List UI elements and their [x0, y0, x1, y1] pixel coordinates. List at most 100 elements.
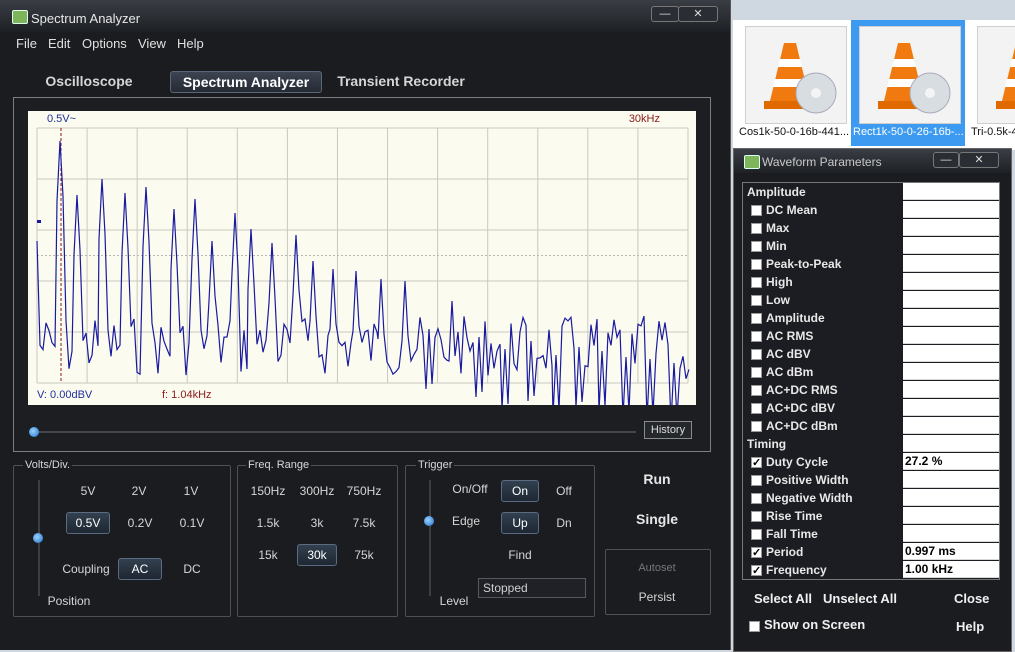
history-slider-knob[interactable]: [29, 427, 39, 437]
menu-view[interactable]: View: [138, 36, 166, 51]
trigger-edge-down-button[interactable]: Dn: [550, 516, 578, 530]
tab-oscilloscope[interactable]: Oscilloscope: [36, 71, 142, 91]
help-button[interactable]: Help: [956, 619, 984, 634]
single-button[interactable]: Single: [624, 511, 690, 527]
parameter-row[interactable]: Positive Width: [743, 471, 999, 489]
freq-option-3k[interactable]: 3k: [297, 516, 337, 530]
menu-edit[interactable]: Edit: [48, 36, 70, 51]
tab-transient-recorder[interactable]: Transient Recorder: [334, 71, 468, 91]
parameter-row[interactable]: DC Mean: [743, 201, 999, 219]
parameter-row[interactable]: Duty Cycle 27.2 %: [743, 453, 999, 472]
parameter-row[interactable]: AC+DC dBV: [743, 399, 999, 417]
parameter-row[interactable]: Amplitude: [743, 309, 999, 327]
volts-option-1v[interactable]: 1V: [175, 484, 207, 498]
unselect-all-button[interactable]: Unselect All: [823, 591, 897, 606]
show-on-screen-label: Show on Screen: [764, 617, 866, 632]
parameter-row[interactable]: AC dBV: [743, 345, 999, 363]
volts-option-0-5v[interactable]: 0.5V: [66, 512, 110, 534]
parameter-checkbox[interactable]: [751, 454, 762, 472]
close-button[interactable]: ✕: [678, 6, 718, 22]
run-button[interactable]: Run: [624, 471, 690, 487]
params-close-button[interactable]: ✕: [959, 152, 999, 168]
parameter-checkbox[interactable]: [751, 241, 762, 252]
freq-option-150hz[interactable]: 150Hz: [248, 484, 288, 498]
freq-option-15k[interactable]: 15k: [248, 548, 288, 562]
parameter-checkbox[interactable]: [751, 493, 762, 504]
parameter-checkbox[interactable]: [751, 313, 762, 324]
minimize-button[interactable]: —: [651, 6, 679, 22]
menu-options[interactable]: Options: [82, 36, 127, 51]
parameter-checkbox[interactable]: [751, 259, 762, 270]
parameter-row[interactable]: Frequency 1.00 kHz: [743, 561, 999, 580]
autoset-button[interactable]: Autoset: [605, 562, 709, 574]
parameter-checkbox[interactable]: [751, 295, 762, 306]
volts-option-2v[interactable]: 2V: [123, 484, 155, 498]
parameter-checkbox[interactable]: [751, 544, 762, 562]
freq-option-7-5k[interactable]: 7.5k: [344, 516, 384, 530]
parameter-row[interactable]: AC dBm: [743, 363, 999, 381]
parameter-checkbox[interactable]: [751, 475, 762, 486]
parameter-checkbox[interactable]: [751, 421, 762, 432]
spectrum-plot[interactable]: 0.5V~ 30kHz V: 0.00dBV f: 1.04kHz: [28, 111, 696, 405]
history-slider-track[interactable]: [34, 431, 636, 433]
parameter-label: Rise Time: [766, 509, 823, 523]
freq-option-1-5k[interactable]: 1.5k: [248, 516, 288, 530]
parameter-row[interactable]: Negative Width: [743, 489, 999, 507]
parameter-checkbox[interactable]: [751, 277, 762, 288]
parameter-row[interactable]: Rise Time: [743, 507, 999, 525]
parameter-row[interactable]: Low: [743, 291, 999, 309]
parameter-checkbox[interactable]: [751, 385, 762, 396]
parameter-label: AC RMS: [766, 329, 814, 343]
parameter-checkbox[interactable]: [751, 349, 762, 360]
volts-option-0-2v[interactable]: 0.2V: [123, 516, 157, 530]
parameter-row[interactable]: Fall Time: [743, 525, 999, 543]
level-slider-track[interactable]: [429, 480, 431, 596]
coupling-dc-button[interactable]: DC: [178, 562, 206, 576]
select-all-button[interactable]: Select All: [754, 591, 812, 606]
parameter-checkbox[interactable]: [751, 562, 762, 580]
parameter-checkbox[interactable]: [751, 511, 762, 522]
parameter-row[interactable]: AC RMS: [743, 327, 999, 345]
freq-option-30k[interactable]: 30k: [297, 544, 337, 566]
freq-option-300hz[interactable]: 300Hz: [297, 484, 337, 498]
menu-help[interactable]: Help: [177, 36, 204, 51]
parameter-row[interactable]: AC+DC dBm: [743, 417, 999, 435]
parameter-row[interactable]: High: [743, 273, 999, 291]
parameter-row[interactable]: Period 0.997 ms: [743, 543, 999, 562]
level-slider-knob[interactable]: [424, 516, 434, 526]
trigger-find-button[interactable]: Find: [502, 548, 538, 562]
params-minimize-button[interactable]: —: [933, 152, 959, 168]
close-params-button[interactable]: Close: [954, 591, 989, 606]
freq-option-750hz[interactable]: 750Hz: [344, 484, 384, 498]
parameter-checkbox[interactable]: [751, 529, 762, 540]
parameter-label: Duty Cycle: [766, 455, 829, 469]
parameter-checkbox[interactable]: [751, 403, 762, 414]
persist-button[interactable]: Persist: [605, 590, 709, 604]
parameter-checkbox[interactable]: [751, 205, 762, 216]
parameter-row[interactable]: Peak-to-Peak: [743, 255, 999, 273]
trigger-off-button[interactable]: Off: [550, 484, 578, 498]
level-marker: [37, 220, 41, 223]
coupling-ac-button[interactable]: AC: [118, 558, 162, 580]
parameter-row[interactable]: Min: [743, 237, 999, 255]
volts-option-0-1v[interactable]: 0.1V: [175, 516, 209, 530]
parameter-checkbox[interactable]: [751, 223, 762, 234]
parameter-value: [903, 363, 999, 380]
trigger-on-button[interactable]: On: [501, 480, 539, 502]
tab-spectrum-analyzer[interactable]: Spectrum Analyzer: [170, 71, 322, 93]
thumbnail-item[interactable]: Tri-0.5k-4: [969, 20, 1015, 146]
show-on-screen-checkbox[interactable]: [749, 621, 760, 632]
thumbnail-item[interactable]: Cos1k-50-0-16b-441...: [737, 20, 851, 146]
freq-option-75k[interactable]: 75k: [344, 548, 384, 562]
history-button[interactable]: History: [644, 421, 692, 439]
menu-file[interactable]: File: [16, 36, 37, 51]
parameter-row[interactable]: AC+DC RMS: [743, 381, 999, 399]
thumbnail-item-selected[interactable]: Rect1k-50-0-26-16b-...: [851, 20, 965, 146]
parameter-checkbox[interactable]: [751, 367, 762, 378]
vlc-file-icon: [977, 26, 1015, 124]
parameter-checkbox[interactable]: [751, 331, 762, 342]
parameter-row[interactable]: Max: [743, 219, 999, 237]
trigger-edge-up-button[interactable]: Up: [501, 512, 539, 534]
volts-option-5v[interactable]: 5V: [72, 484, 104, 498]
position-slider-knob[interactable]: [33, 533, 43, 543]
